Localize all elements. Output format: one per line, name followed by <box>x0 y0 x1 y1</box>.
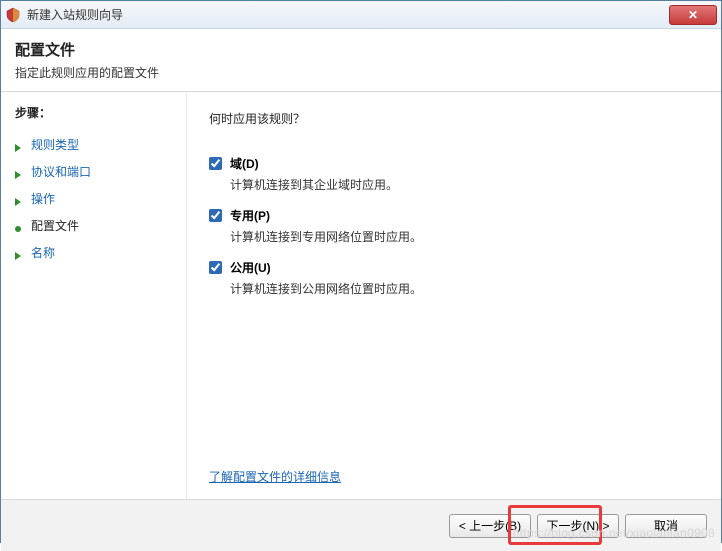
bullet-icon <box>15 195 23 203</box>
sidebar-item-rule-type[interactable]: 规则类型 <box>15 131 176 158</box>
page-title: 配置文件 <box>15 39 707 60</box>
window-title: 新建入站规则向导 <box>27 6 669 23</box>
steps-label: 步骤： <box>15 104 176 121</box>
sidebar: 步骤： 规则类型 协议和端口 操作 配置文件 名称 <box>1 92 187 499</box>
option-desc: 计算机连接到公用网络位置时应用。 <box>230 280 699 297</box>
learn-more-link[interactable]: 了解配置文件的详细信息 <box>209 468 341 485</box>
sidebar-item-label: 操作 <box>31 190 55 207</box>
main-pane: 何时应用该规则？ 域(D) 计算机连接到其企业域时应用。 专用(P) 计算机连接… <box>187 92 721 499</box>
sidebar-item-label: 规则类型 <box>31 136 79 153</box>
bullet-icon <box>15 168 23 176</box>
app-icon <box>5 7 21 23</box>
option-desc: 计算机连接到其企业域时应用。 <box>230 176 699 193</box>
sidebar-item-label: 配置文件 <box>31 217 79 234</box>
option-label: 专用(P) <box>230 207 270 224</box>
checkbox-private[interactable] <box>209 209 222 222</box>
option-label: 域(D) <box>230 155 259 172</box>
steps-list: 规则类型 协议和端口 操作 配置文件 名称 <box>15 131 176 266</box>
option-desc: 计算机连接到专用网络位置时应用。 <box>230 228 699 245</box>
sidebar-item-label: 协议和端口 <box>31 163 91 180</box>
checkbox-label-private[interactable]: 专用(P) <box>209 207 699 224</box>
page-subtitle: 指定此规则应用的配置文件 <box>15 64 707 81</box>
bullet-icon <box>15 249 23 257</box>
option-public: 公用(U) 计算机连接到公用网络位置时应用。 <box>209 259 699 297</box>
checkbox-domain[interactable] <box>209 157 222 170</box>
checkbox-label-domain[interactable]: 域(D) <box>209 155 699 172</box>
question-text: 何时应用该规则？ <box>209 110 699 127</box>
wizard-header: 配置文件 指定此规则应用的配置文件 <box>1 29 721 92</box>
wizard-window: 新建入站规则向导 ✕ 配置文件 指定此规则应用的配置文件 步骤： 规则类型 协议… <box>0 0 722 543</box>
sidebar-item-name[interactable]: 名称 <box>15 239 176 266</box>
wizard-footer: < 上一步(B) 下一步(N) > 取消 <box>1 499 721 551</box>
titlebar: 新建入站规则向导 ✕ <box>1 1 721 29</box>
sidebar-item-action[interactable]: 操作 <box>15 185 176 212</box>
option-label: 公用(U) <box>230 259 271 276</box>
bullet-icon <box>15 222 23 230</box>
sidebar-item-protocol[interactable]: 协议和端口 <box>15 158 176 185</box>
checkbox-label-public[interactable]: 公用(U) <box>209 259 699 276</box>
checkbox-public[interactable] <box>209 261 222 274</box>
bullet-icon <box>15 141 23 149</box>
option-private: 专用(P) 计算机连接到专用网络位置时应用。 <box>209 207 699 245</box>
option-domain: 域(D) 计算机连接到其企业域时应用。 <box>209 155 699 193</box>
watermark: https://blog.csdn.net/xiaolanlan0908 <box>513 526 715 540</box>
close-button[interactable]: ✕ <box>669 5 717 25</box>
sidebar-item-label: 名称 <box>31 244 55 261</box>
wizard-body: 步骤： 规则类型 协议和端口 操作 配置文件 名称 何时应用该规则？ 域(D) … <box>1 92 721 499</box>
sidebar-item-profile[interactable]: 配置文件 <box>15 212 176 239</box>
